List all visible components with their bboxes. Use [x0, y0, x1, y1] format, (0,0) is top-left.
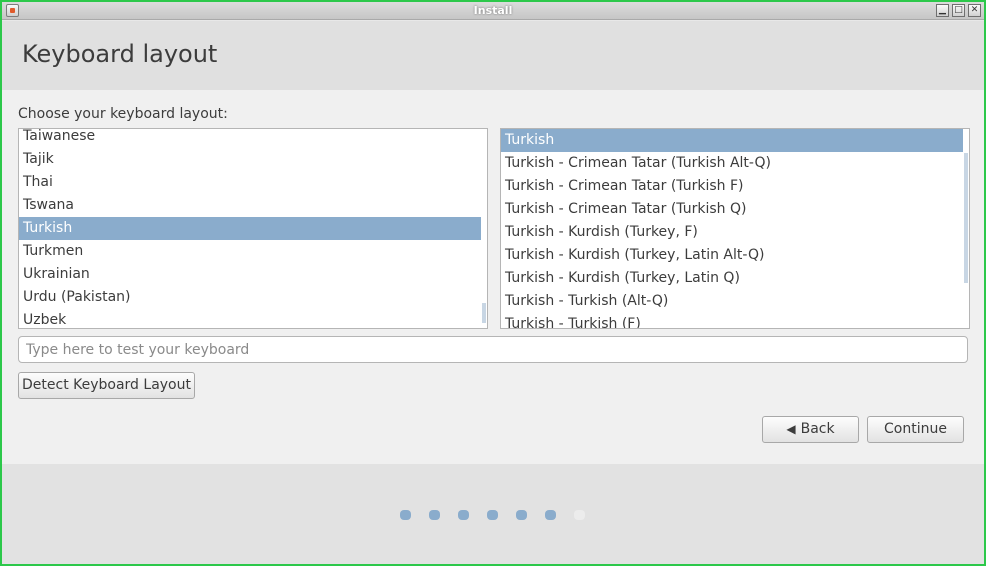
- main-content: Choose your keyboard layout: Taiwanese Ta…: [2, 90, 984, 464]
- layout-list-item[interactable]: Urdu (Pakistan): [19, 286, 481, 309]
- keyboard-layout-list[interactable]: Taiwanese Tajik Thai Tswana Turkish Turkmen Uk…: [18, 128, 488, 329]
- progress-dot: [400, 510, 411, 520]
- installer-window: Install ▁ □ ✕ Keyboard layout Choose you…: [2, 2, 984, 564]
- progress-dot: [545, 510, 556, 520]
- variant-list-item[interactable]: Turkish - Turkish (F): [501, 313, 963, 328]
- variant-list-item[interactable]: Turkish: [501, 129, 963, 152]
- back-button[interactable]: ◀ Back: [762, 416, 859, 443]
- progress-dot: [574, 510, 585, 520]
- page-header: Keyboard layout: [2, 21, 984, 90]
- close-button[interactable]: ✕: [968, 4, 981, 17]
- variant-list-item[interactable]: Turkish - Turkish (Alt-Q): [501, 290, 963, 313]
- layout-list-item[interactable]: Tajik: [19, 148, 481, 171]
- progress-dot: [458, 510, 469, 520]
- variant-list-item[interactable]: Turkish - Crimean Tatar (Turkish Alt-Q): [501, 152, 963, 175]
- layout-list-item[interactable]: Uzbek: [19, 309, 481, 328]
- variant-list-item[interactable]: Turkish - Kurdish (Turkey, F): [501, 221, 963, 244]
- back-button-label: Back: [800, 421, 835, 437]
- layout-list-item[interactable]: Tswana: [19, 194, 481, 217]
- layout-list-item[interactable]: Turkish: [19, 217, 481, 240]
- title-bar[interactable]: Install ▁ □ ✕: [2, 2, 984, 20]
- minimize-button[interactable]: ▁: [936, 4, 949, 17]
- layout-rows: Taiwanese Tajik Thai Tswana Turkish Turkmen Uk…: [19, 129, 481, 328]
- footer: [2, 464, 984, 564]
- layout-list-item[interactable]: Ukrainian: [19, 263, 481, 286]
- variant-list-scrollbar[interactable]: [964, 153, 968, 283]
- layout-list-scrollbar[interactable]: [482, 303, 486, 323]
- variant-list-item[interactable]: Turkish - Kurdish (Turkey, Latin Alt-Q): [501, 244, 963, 267]
- continue-button[interactable]: Continue: [867, 416, 964, 443]
- maximize-button[interactable]: □: [952, 4, 965, 17]
- keyboard-variant-list[interactable]: Turkish Turkish - Crimean Tatar (Turkish …: [500, 128, 970, 329]
- variant-list-item[interactable]: Turkish - Crimean Tatar (Turkish Q): [501, 198, 963, 221]
- keyboard-test-input[interactable]: [18, 336, 968, 363]
- layout-prompt: Choose your keyboard layout:: [18, 106, 228, 122]
- variant-rows: Turkish Turkish - Crimean Tatar (Turkish …: [501, 129, 963, 328]
- progress-dot: [429, 510, 440, 520]
- layout-list-item[interactable]: Thai: [19, 171, 481, 194]
- variant-list-item[interactable]: Turkish - Kurdish (Turkey, Latin Q): [501, 267, 963, 290]
- layout-list-item[interactable]: Taiwanese: [19, 129, 481, 148]
- progress-dot: [516, 510, 527, 520]
- page-title: Keyboard layout: [22, 40, 218, 68]
- window-title: Install: [473, 4, 513, 17]
- chevron-left-icon: ◀: [786, 422, 796, 436]
- detect-keyboard-layout-button[interactable]: Detect Keyboard Layout: [18, 372, 195, 399]
- progress-dot: [487, 510, 498, 520]
- layout-list-item[interactable]: Turkmen: [19, 240, 481, 263]
- variant-list-item[interactable]: Turkish - Crimean Tatar (Turkish F): [501, 175, 963, 198]
